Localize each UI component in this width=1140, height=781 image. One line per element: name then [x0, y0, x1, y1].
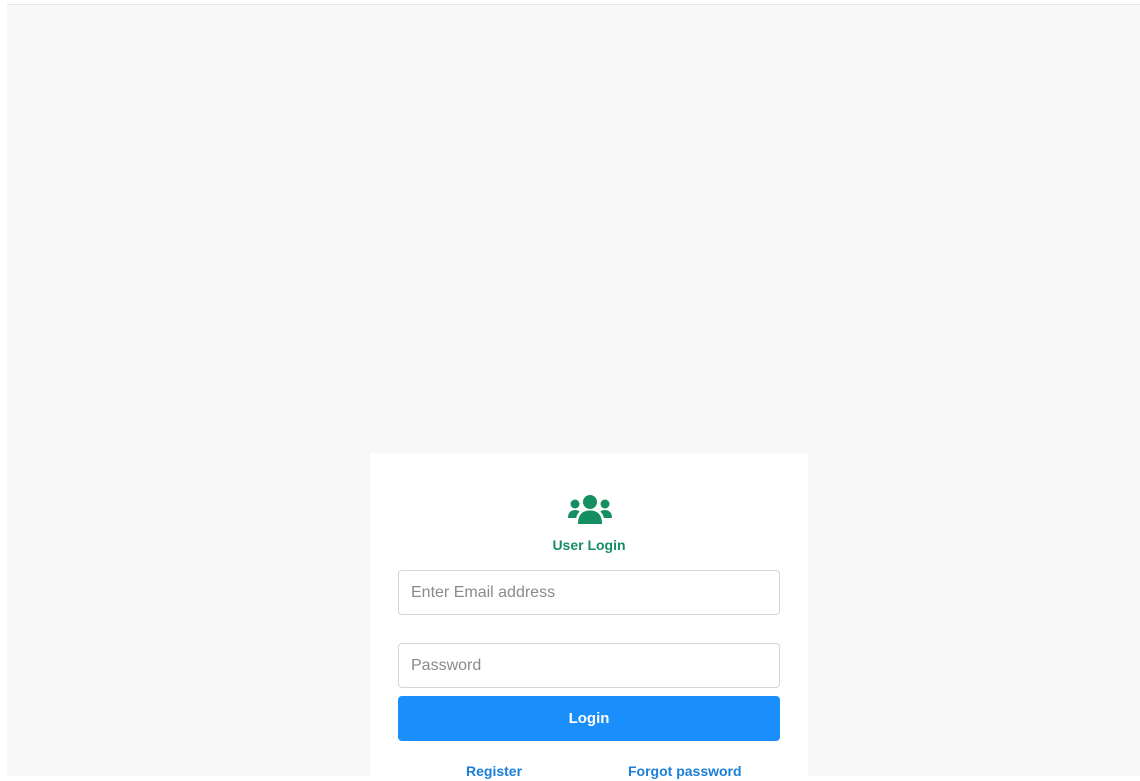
- email-field[interactable]: [398, 570, 780, 615]
- users-icon: [567, 493, 613, 525]
- register-link[interactable]: Register: [466, 762, 522, 780]
- login-card: User Login Login Register Forgot passwor…: [370, 453, 808, 781]
- forgot-password-link[interactable]: Forgot password: [628, 762, 742, 780]
- login-title: User Login: [552, 537, 626, 553]
- login-button[interactable]: Login: [398, 696, 780, 741]
- password-field[interactable]: [398, 643, 780, 688]
- page-background: User Login Login Register Forgot passwor…: [7, 4, 1140, 781]
